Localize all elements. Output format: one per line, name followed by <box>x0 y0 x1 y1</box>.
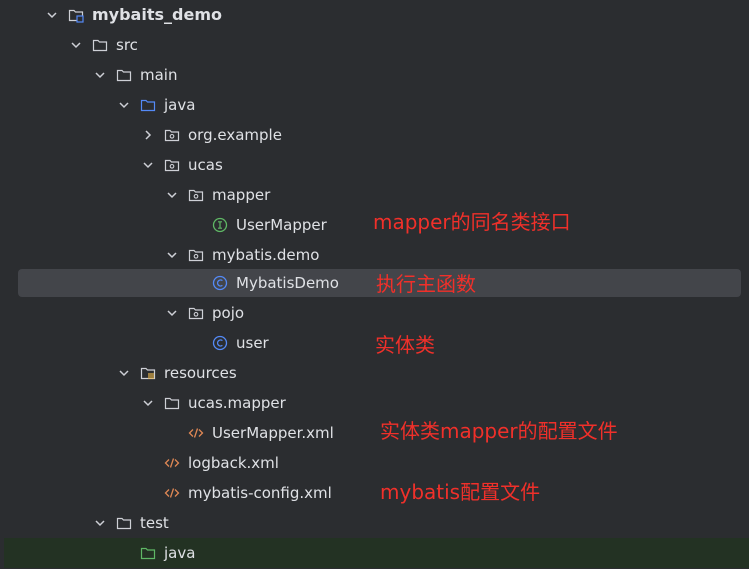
package-icon <box>164 127 180 143</box>
tree-row-label: user <box>236 334 269 352</box>
tree-row-label: src <box>116 36 138 54</box>
tree-row-label: ucas <box>188 156 223 174</box>
source-folder-icon <box>140 97 156 113</box>
folder-icon <box>116 515 132 531</box>
tree-row-org-example[interactable]: org.example <box>0 120 749 150</box>
test-folder-icon <box>140 545 156 561</box>
annotation-mapper: mapper的同名类接口 <box>373 210 571 234</box>
chevron-down-icon[interactable] <box>93 516 107 530</box>
annotation-config: mybatis配置文件 <box>380 480 541 504</box>
resources-folder-icon <box>140 365 156 381</box>
tree-row-label: logback.xml <box>188 454 279 472</box>
chevron-down-icon[interactable] <box>165 306 179 320</box>
tree-row-label: java <box>164 544 196 562</box>
test-scope-highlight <box>4 538 749 568</box>
tree-row-ucas-mapper[interactable]: ucas.mapper <box>0 388 749 418</box>
tree-row-label: main <box>140 66 178 84</box>
tree-row-label: mapper <box>212 186 271 204</box>
chevron-down-icon[interactable] <box>165 248 179 262</box>
tree-row-label: mybatis.demo <box>212 246 320 264</box>
tree-row-label: MybatisDemo <box>236 274 339 292</box>
tree-row-usermapper-xml[interactable]: UserMapper.xml <box>0 418 749 448</box>
chevron-down-icon[interactable] <box>141 396 155 410</box>
tree-row-mybaits-demo[interactable]: mybaits_demo <box>0 0 749 30</box>
tree-row-mapper[interactable]: mapper <box>0 180 749 210</box>
folder-icon <box>116 67 132 83</box>
tree-row-label: UserMapper.xml <box>212 424 334 442</box>
tree-row-label: mybatis-config.xml <box>188 484 332 502</box>
chevron-down-icon[interactable] <box>141 158 155 172</box>
folder-icon <box>164 395 180 411</box>
tree-row-test[interactable]: test <box>0 508 749 538</box>
tree-row-pojo[interactable]: pojo <box>0 298 749 328</box>
tree-row-label: org.example <box>188 126 282 144</box>
chevron-down-icon[interactable] <box>117 98 131 112</box>
tree-row-ucas[interactable]: ucas <box>0 150 749 180</box>
annotation-mapper-xml: 实体类mapper的配置文件 <box>380 419 618 443</box>
tree-row-src[interactable]: src <box>0 30 749 60</box>
xml-icon <box>188 425 204 441</box>
chevron-right-icon[interactable] <box>141 128 155 142</box>
tree-row-java-test[interactable]: java <box>0 538 749 568</box>
tree-row-label: resources <box>164 364 237 382</box>
xml-icon <box>164 455 180 471</box>
folder-icon <box>92 37 108 53</box>
tree-row-logback-xml[interactable]: logback.xml <box>0 448 749 478</box>
xml-icon <box>164 485 180 501</box>
package-icon <box>188 187 204 203</box>
annotation-main: 执行主函数 <box>376 272 476 296</box>
tree-row-resources[interactable]: resources <box>0 358 749 388</box>
tree-row-mybatis-demo[interactable]: mybatis.demo <box>0 240 749 270</box>
chevron-down-icon[interactable] <box>117 366 131 380</box>
tree-row-java-source[interactable]: java <box>0 90 749 120</box>
package-icon <box>164 157 180 173</box>
chevron-down-icon[interactable] <box>165 188 179 202</box>
interface-icon <box>212 217 228 233</box>
tree-row-label: pojo <box>212 304 245 322</box>
tree-row-label: ucas.mapper <box>188 394 286 412</box>
chevron-down-icon[interactable] <box>93 68 107 82</box>
tree-row-label: UserMapper <box>236 216 327 234</box>
module-folder-icon <box>68 7 84 23</box>
package-icon <box>188 247 204 263</box>
tree-row-main[interactable]: main <box>0 60 749 90</box>
project-tree: mybaits_demo src main java org.example u… <box>0 0 749 569</box>
tree-row-label: mybaits_demo <box>92 5 222 24</box>
chevron-down-icon[interactable] <box>45 8 59 22</box>
class-icon <box>212 275 228 291</box>
class-icon <box>212 335 228 351</box>
tree-row-label: java <box>164 96 196 114</box>
package-icon <box>188 305 204 321</box>
tree-row-mybatis-config-xml[interactable]: mybatis-config.xml <box>0 478 749 508</box>
tree-row-mybatisdemo[interactable]: MybatisDemo <box>0 268 749 298</box>
tree-row-label: test <box>140 514 169 532</box>
chevron-down-icon[interactable] <box>69 38 83 52</box>
annotation-pojo: 实体类 <box>375 333 435 357</box>
